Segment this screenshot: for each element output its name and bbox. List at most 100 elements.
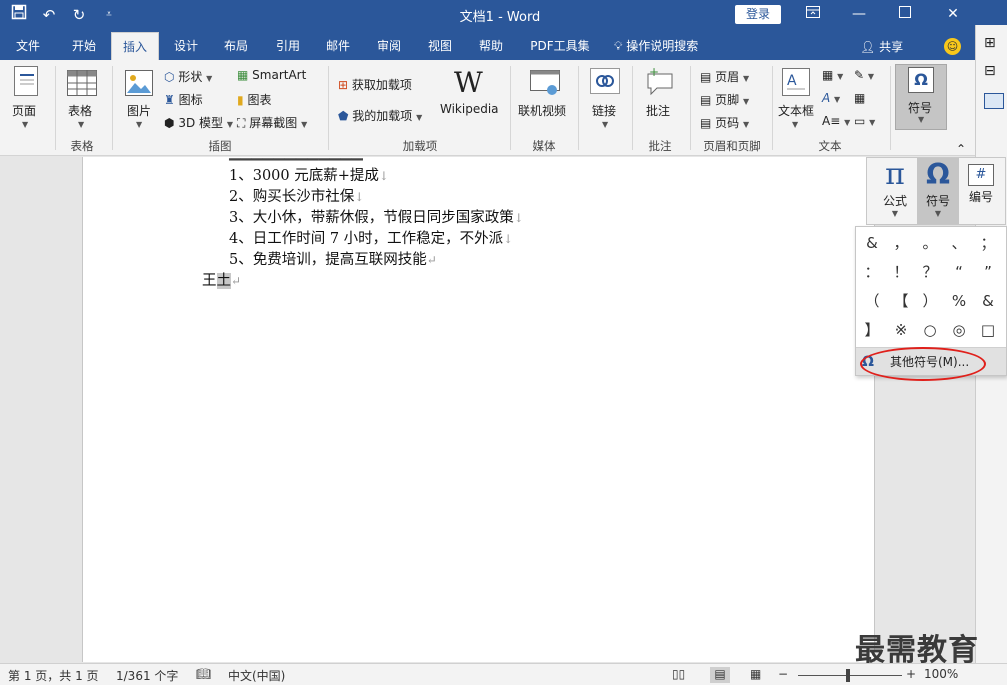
feedback-smiley-icon[interactable]: ☺ — [944, 38, 961, 55]
close-icon[interactable]: ✕ — [930, 0, 976, 30]
symbol-cell[interactable]: ◎ — [945, 316, 973, 344]
header-button[interactable]: ▤ 页眉 ▼ — [700, 68, 749, 85]
links-button[interactable]: 链接 ▼ — [584, 64, 626, 134]
pages-button[interactable]: 页面 ▼ — [6, 64, 46, 134]
grid-icon[interactable]: ⊞ — [984, 35, 996, 51]
symbol-cell[interactable]: % — [945, 287, 973, 315]
word-count[interactable]: 1/361 个字 — [116, 667, 178, 684]
zoom-slider[interactable] — [798, 675, 902, 676]
undo-icon[interactable]: ↶ — [38, 4, 60, 26]
symbol-cell[interactable]: ○ — [916, 316, 944, 344]
icons-button[interactable]: ♜ 图标 — [164, 91, 203, 108]
ribbon-display-options-icon[interactable] — [790, 0, 836, 30]
my-addins-button[interactable]: ⬟ 我的加载项 ▼ — [338, 107, 422, 124]
wikipedia-button[interactable]: W Wikipedia — [438, 64, 502, 134]
minimize-icon[interactable]: — — [836, 0, 882, 30]
symbol-cell[interactable]: □ — [974, 316, 1002, 344]
tab-pdf-tools[interactable]: PDF工具集 — [524, 36, 596, 56]
tab-file[interactable]: 文件 — [8, 36, 48, 56]
symbol-cell[interactable]: ？ — [916, 258, 944, 286]
model-3d-button[interactable]: ⬢ 3D 模型 ▼ — [164, 114, 233, 131]
document-page[interactable]: ▁▁▁▁▁▁▁▁▁▁▁▁ 1、3000 元底薪+提成↓ 2、购买长沙市社保↓ 3… — [82, 145, 875, 662]
symbol-cell[interactable]: ” — [974, 258, 1002, 286]
tab-home[interactable]: 开始 — [62, 36, 106, 56]
zoom-slider-thumb[interactable] — [846, 669, 850, 682]
comment-button[interactable]: + 批注 — [638, 64, 682, 134]
signature-icon: ✎ — [854, 68, 865, 82]
login-button[interactable]: 登录 — [735, 5, 781, 24]
pane-icon[interactable] — [984, 93, 1004, 109]
symbol-cell[interactable]: ※ — [887, 316, 915, 344]
tab-insert[interactable]: 插入 — [111, 32, 159, 60]
shapes-button[interactable]: ⬡ 形状 ▼ — [164, 68, 212, 85]
symbol-cell[interactable]: 】 — [858, 316, 886, 344]
read-mode-icon[interactable]: ▯▯ — [672, 667, 685, 681]
tab-view[interactable]: 视图 — [420, 36, 460, 56]
online-video-button[interactable]: 联机视频 — [516, 64, 572, 134]
textbox-button[interactable]: A 文本框 ▼ — [776, 64, 818, 134]
symbol-button[interactable]: Ω 符号 ▼ — [917, 158, 959, 224]
drop-cap-button[interactable]: A≡ ▼ — [822, 114, 850, 128]
zoom-in-icon[interactable]: + — [906, 667, 916, 681]
tell-me-search[interactable]: 💡︎ 操作说明搜索 — [614, 36, 724, 56]
tab-review[interactable]: 审阅 — [369, 36, 409, 56]
proofing-icon[interactable]: 📖︎ — [196, 667, 211, 681]
date-time-button[interactable]: ▦ — [854, 91, 865, 105]
symbol-cell[interactable]: & — [858, 229, 886, 257]
footer-button[interactable]: ▤ 页脚 ▼ — [700, 91, 749, 108]
wordart-button[interactable]: A ▼ — [822, 91, 840, 105]
redo-icon[interactable]: ↻ — [68, 4, 90, 26]
chart-button[interactable]: ▮ 图表 — [237, 91, 271, 108]
picture-button[interactable]: 图片 ▼ — [120, 64, 160, 134]
chevron-down-icon: ▼ — [918, 115, 925, 124]
symbol-cell[interactable]: ， — [887, 229, 915, 257]
doc-name-line: 王土↵ — [202, 273, 242, 289]
comment-label: 批注 — [646, 104, 671, 118]
share-button[interactable]: 👤︎ 共享 — [860, 38, 903, 55]
print-layout-icon[interactable]: ▤ — [710, 667, 730, 683]
symbol-cell[interactable]: 、 — [945, 229, 973, 257]
page-number-button[interactable]: ▤ 页码 ▼ — [700, 114, 749, 131]
symbol-cell[interactable]: 【 — [887, 287, 915, 315]
symbol-label: 符号 — [925, 194, 950, 208]
numbering-button[interactable]: # 编号 — [959, 158, 1003, 224]
equation-label: 公式 — [882, 194, 907, 208]
table-label: 表格 — [68, 104, 93, 118]
symbol-cell[interactable]: ： — [858, 258, 886, 286]
collapse-ribbon-icon[interactable]: ⌃ — [956, 142, 966, 156]
qat-customize-icon[interactable]: ⩡ — [98, 4, 120, 26]
equation-button[interactable]: π 公式 ▼ — [873, 158, 917, 224]
maximize-icon[interactable] — [882, 0, 928, 30]
symbol-cell[interactable]: ！ — [887, 258, 915, 286]
get-addins-button[interactable]: ⊞ 获取加载项 — [338, 76, 412, 93]
zoom-out-icon[interactable]: − — [778, 667, 788, 681]
symbol-cell[interactable]: “ — [945, 258, 973, 286]
tab-references[interactable]: 引用 — [268, 36, 308, 56]
table-button[interactable]: 表格 ▼ — [60, 64, 104, 134]
symbol-cell[interactable]: & — [974, 287, 1002, 315]
chevron-down-icon: ▼ — [206, 74, 213, 83]
web-layout-icon[interactable]: ▦ — [750, 667, 761, 681]
smartart-button[interactable]: ▦ SmartArt — [237, 68, 306, 82]
page-count[interactable]: 第 1 页，共 1 页 — [8, 667, 99, 684]
shapes-icon: ⬡ — [164, 70, 175, 84]
language-indicator[interactable]: 中文(中国) — [228, 667, 285, 684]
symbol-cell[interactable]: （ — [858, 287, 886, 315]
symbols-button[interactable]: Ω 符号 ▼ — [895, 64, 947, 130]
screenshot-button[interactable]: ⛶ 屏幕截图 ▼ — [237, 114, 307, 131]
signature-line-button[interactable]: ✎ ▼ — [854, 68, 874, 82]
save-icon[interactable] — [8, 4, 30, 26]
tab-mailings[interactable]: 邮件 — [318, 36, 358, 56]
quick-parts-button[interactable]: ▦ ▼ — [822, 68, 843, 82]
symbol-cell[interactable]: ） — [916, 287, 944, 315]
apps-icon[interactable]: ⊟ — [984, 63, 996, 79]
symbol-cell[interactable]: 。 — [916, 229, 944, 257]
object-button[interactable]: ▭ ▼ — [854, 114, 875, 128]
zoom-level[interactable]: 100% — [924, 667, 958, 681]
tab-layout[interactable]: 布局 — [216, 36, 256, 56]
omega-icon: Ω — [908, 67, 934, 93]
tab-help[interactable]: 帮助 — [471, 36, 511, 56]
numbering-label: 编号 — [968, 190, 993, 204]
tab-design[interactable]: 设计 — [166, 36, 206, 56]
symbol-cell[interactable]: ； — [974, 229, 1002, 257]
